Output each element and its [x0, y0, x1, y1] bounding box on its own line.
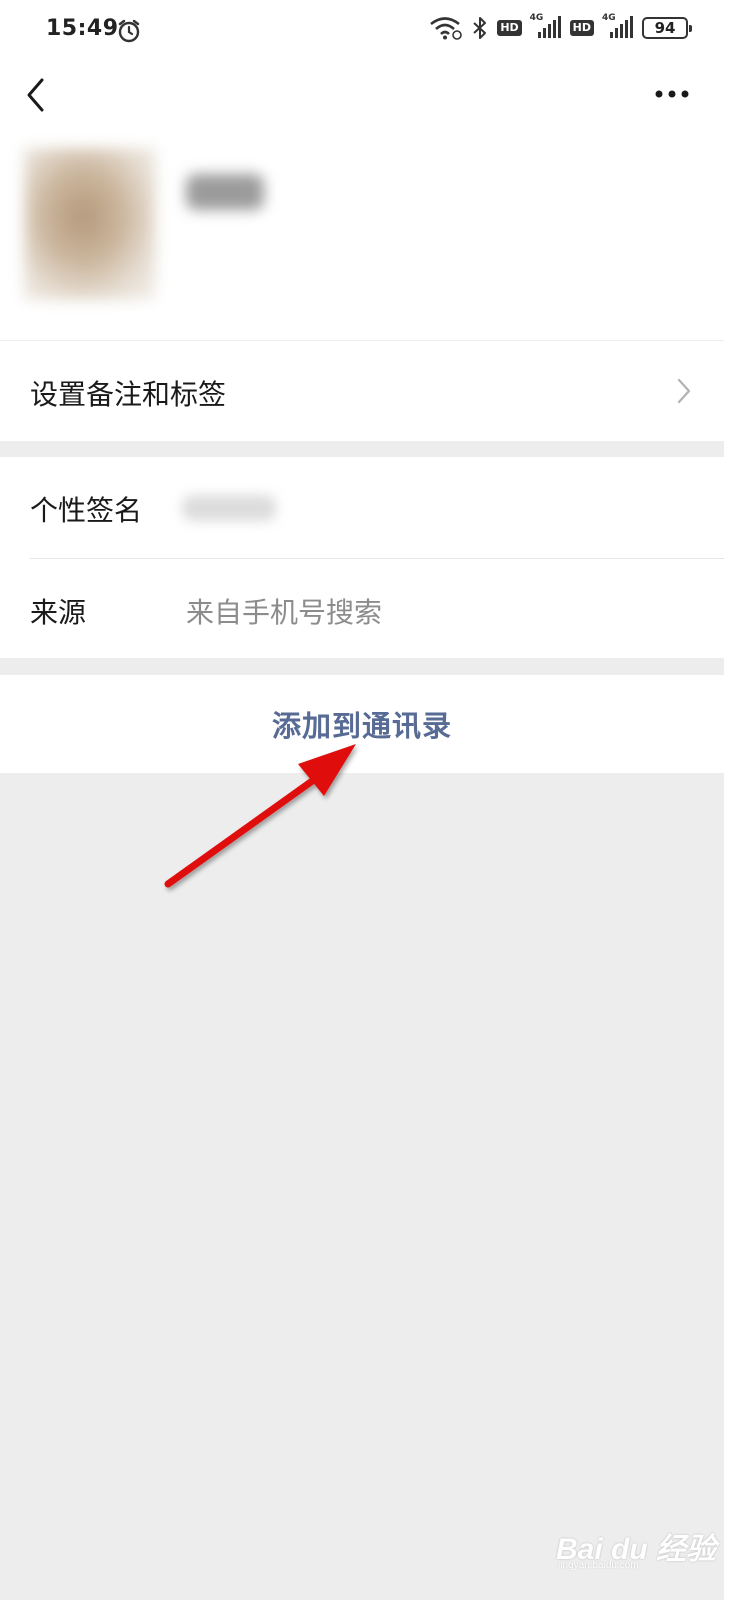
status-time: 15:49	[46, 16, 119, 41]
contact-profile-screen: 15:49 HD 4G HD 4G 94 设置备注和标签 个性签名 来源 来自手…	[0, 0, 724, 1600]
alarm-icon	[118, 19, 140, 43]
status-bar: 15:49 HD 4G HD 4G 94	[0, 0, 724, 64]
signal-icon: 4G	[529, 13, 562, 40]
nickname-blurred	[186, 174, 264, 210]
annotation-arrow-icon	[164, 744, 356, 888]
back-button[interactable]	[22, 76, 52, 114]
chevron-right-icon	[677, 378, 691, 404]
wifi-icon	[430, 17, 463, 40]
network-type-label: 4G	[602, 13, 616, 23]
battery-icon: 94	[642, 17, 692, 39]
signature-label: 个性签名	[30, 494, 143, 527]
signature-value-blurred	[182, 495, 276, 521]
battery-level: 94	[654, 19, 676, 37]
signal-icon: 4G	[602, 13, 634, 40]
profile-header	[0, 64, 724, 340]
remark-and-tags-row[interactable]: 设置备注和标签	[0, 341, 724, 441]
info-group: 个性签名 来源 来自手机号搜索	[0, 457, 724, 658]
remark-and-tags-label: 设置备注和标签	[30, 378, 227, 411]
source-label: 来源	[30, 596, 87, 629]
more-button[interactable]	[650, 82, 694, 106]
hd-badge: HD	[497, 20, 522, 36]
network-type-label: 4G	[529, 13, 544, 23]
right-gutter	[724, 0, 738, 1600]
divider	[30, 558, 724, 559]
more-dots-icon	[655, 90, 689, 98]
watermark-url: jingyan.baidu.com	[558, 1560, 639, 1571]
source-value: 来自手机号搜索	[186, 596, 383, 629]
status-icons: HD 4G HD 4G 94	[429, 13, 692, 40]
chevron-left-icon	[27, 78, 44, 112]
baidu-jingyan-watermark: Bai du 经验 jingyan.baidu.com	[556, 1524, 716, 1571]
avatar[interactable]	[24, 148, 156, 300]
hd-badge: HD	[569, 20, 594, 36]
bluetooth-icon	[473, 17, 487, 39]
